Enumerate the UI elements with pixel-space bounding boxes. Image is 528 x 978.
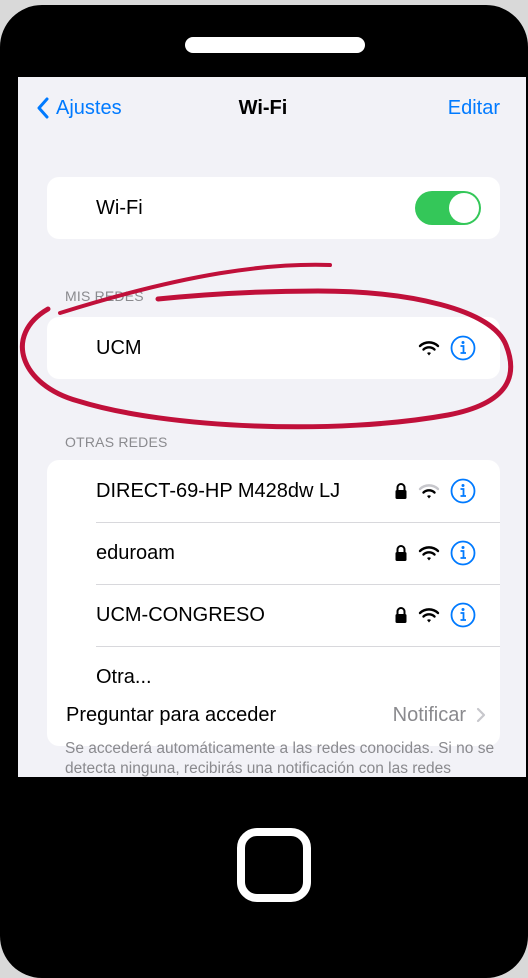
wifi-toggle-row: Wi-Fi [47, 177, 500, 239]
network-row-direct[interactable]: DIRECT-69-HP M428dw LJ [47, 460, 500, 522]
info-icon[interactable] [450, 335, 476, 361]
ask-to-join-label: Preguntar para acceder [66, 703, 277, 726]
info-icon[interactable] [450, 602, 476, 628]
chevron-right-icon [476, 707, 486, 723]
wifi-toggle-card: Wi-Fi [47, 177, 500, 239]
network-name: UCM [96, 336, 142, 359]
row-divider [96, 522, 500, 523]
lock-icon [395, 545, 407, 561]
home-button[interactable] [237, 828, 311, 902]
other-networks-card: DIRECT-69-HP M428dw LJ eduroam UCM-CONGR… [47, 460, 500, 708]
wifi-icon [418, 546, 440, 561]
network-row-ucm[interactable]: UCM [47, 317, 500, 379]
my-networks-header: MIS REDES [65, 288, 144, 304]
lock-icon [395, 607, 407, 623]
other-networks-header: OTRAS REDES [65, 434, 168, 450]
edit-button[interactable]: Editar [448, 93, 500, 123]
my-networks-card: UCM [47, 317, 500, 379]
ask-to-join-card-visible: Preguntar para acceder Notificar [47, 684, 500, 746]
phone-speaker [185, 37, 365, 53]
wifi-toggle-switch[interactable] [415, 191, 481, 225]
network-name: UCM-CONGRESO [96, 603, 265, 626]
network-name: DIRECT-69-HP M428dw LJ [96, 479, 341, 502]
wifi-icon [418, 608, 440, 623]
wifi-icon [418, 341, 440, 356]
row-divider [96, 584, 500, 585]
network-row-eduroam[interactable]: eduroam [47, 522, 500, 584]
network-name: eduroam [96, 541, 175, 564]
network-row-ucm-congreso[interactable]: UCM-CONGRESO [47, 584, 500, 646]
wifi-icon [418, 484, 440, 499]
info-icon[interactable] [450, 478, 476, 504]
phone-frame: Ajustes Wi-Fi Editar Wi-Fi MIS REDES UCM [0, 5, 528, 978]
row-divider [96, 646, 500, 647]
ask-to-join-value-text: Notificar [392, 703, 466, 726]
lock-icon [395, 483, 407, 499]
ask-to-join-value[interactable]: Notificar [393, 704, 486, 727]
info-icon[interactable] [450, 540, 476, 566]
wifi-settings-screen: Ajustes Wi-Fi Editar Wi-Fi MIS REDES UCM [18, 77, 526, 777]
page-title: Wi-Fi [238, 97, 288, 119]
toggle-knob [449, 193, 479, 223]
ask-to-join-row[interactable]: Preguntar para acceder Notificar [47, 684, 500, 746]
wifi-toggle-label: Wi-Fi [96, 196, 143, 219]
